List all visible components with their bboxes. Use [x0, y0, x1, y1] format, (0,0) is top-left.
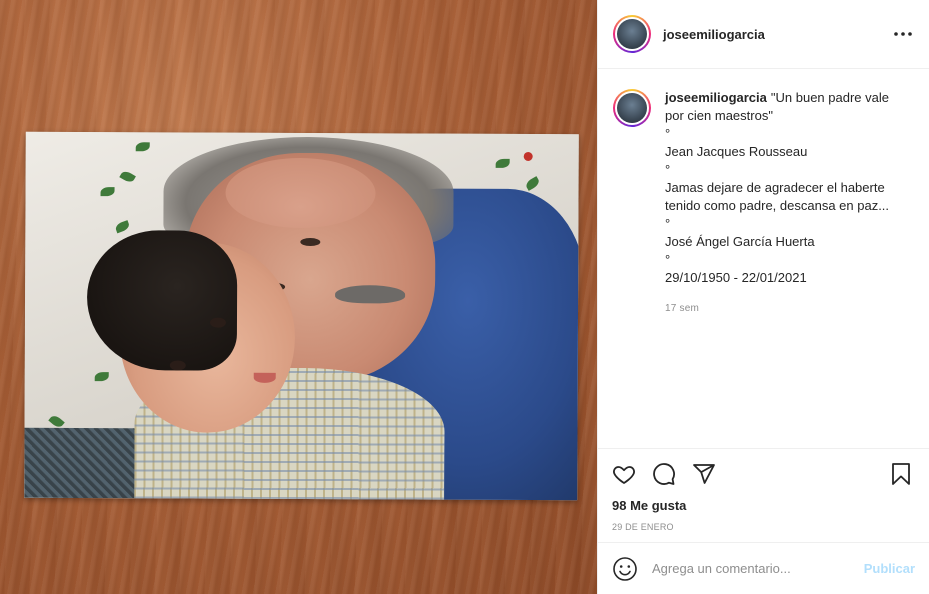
caption-area: joseemiliogarcia "Un buen padre vale por …	[598, 70, 929, 448]
time-ago[interactable]: 17 sem	[665, 300, 905, 318]
caption-body: joseemiliogarcia "Un buen padre vale por …	[665, 89, 905, 448]
action-icons	[612, 459, 913, 489]
story-ring[interactable]	[613, 15, 651, 53]
emoji-svg	[613, 556, 637, 581]
caption-username[interactable]: joseemiliogarcia	[665, 90, 767, 105]
avatar	[617, 19, 647, 49]
man-forehead	[225, 157, 376, 229]
more-horizontal-icon[interactable]	[891, 22, 915, 46]
heart-icon[interactable]	[612, 462, 636, 486]
comment-icon[interactable]	[652, 462, 676, 486]
boy-eye	[169, 360, 186, 371]
caption-separator: °	[665, 216, 671, 231]
caption-dedication: Jamas dejare de agradecer el haberte ten…	[665, 180, 890, 213]
comment-input[interactable]	[652, 561, 864, 576]
like-count[interactable]: 98 Me gusta	[612, 498, 913, 513]
action-section: 98 Me gusta 29 DE ENERO	[598, 448, 929, 532]
share-svg	[693, 464, 715, 484]
post-date[interactable]: 29 DE ENERO	[612, 522, 913, 532]
post-username[interactable]: joseemiliogarcia	[663, 27, 891, 42]
caption-avatar	[617, 93, 647, 123]
avatar-frame	[615, 91, 649, 125]
caption-separator: °	[665, 126, 671, 141]
caption-name: José Ángel García Huerta	[665, 234, 815, 249]
comment-bar: Publicar	[598, 542, 929, 594]
comment-svg	[653, 463, 675, 485]
post-side-panel: joseemiliogarcia joseemiliogarcia "Un bue…	[597, 0, 929, 594]
printed-photo	[24, 131, 579, 501]
post-header: joseemiliogarcia	[598, 0, 929, 69]
more-dots-svg	[894, 32, 912, 36]
post-image[interactable]	[0, 0, 597, 594]
boy-mouth	[253, 372, 276, 383]
caption-separator: °	[665, 252, 671, 267]
publish-button[interactable]: Publicar	[864, 561, 915, 576]
bookmark-svg	[892, 463, 910, 485]
man-eye	[300, 237, 321, 247]
emoji-icon[interactable]	[612, 556, 638, 582]
instagram-post-modal: joseemiliogarcia joseemiliogarcia "Un bue…	[0, 0, 929, 594]
caption-dates: 29/10/1950 - 22/01/2021	[665, 270, 807, 285]
man-mustache	[335, 285, 406, 304]
bookmark-icon[interactable]	[889, 462, 913, 486]
share-icon[interactable]	[692, 462, 716, 486]
avatar-frame	[615, 17, 649, 51]
caption-story-ring[interactable]	[613, 89, 651, 127]
rose	[523, 151, 533, 162]
caption-separator: °	[665, 162, 671, 177]
caption-author: Jean Jacques Rousseau	[665, 144, 808, 159]
boy-eye	[209, 317, 226, 328]
heart-svg	[613, 466, 635, 484]
